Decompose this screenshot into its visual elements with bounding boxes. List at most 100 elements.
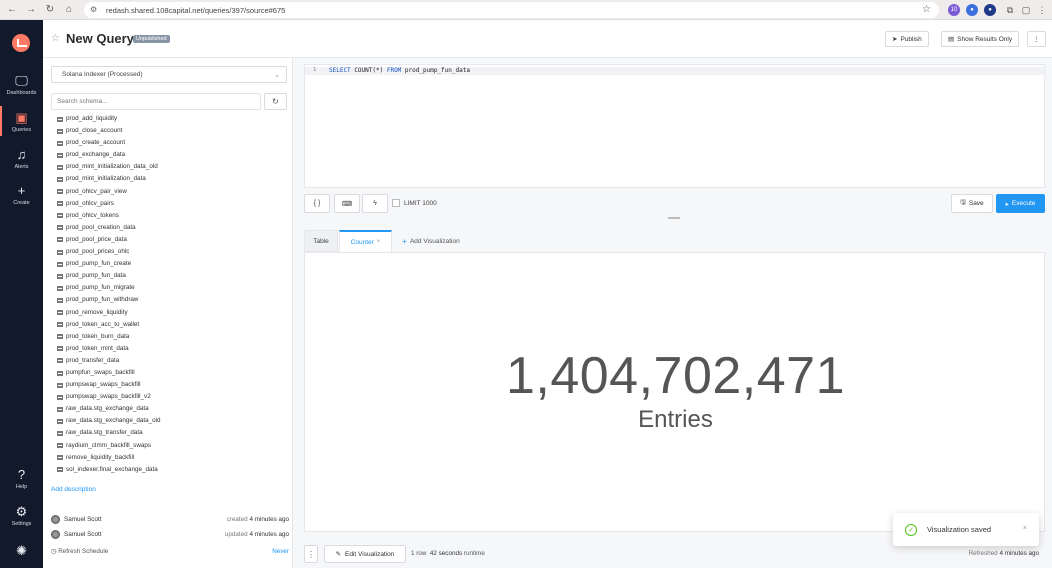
- schema-table-name: prod_remove_liquidity: [66, 308, 128, 316]
- format-query-button[interactable]: { }: [304, 194, 330, 213]
- nav-item-queries[interactable]: ▣ Queries: [0, 111, 43, 134]
- tab-table[interactable]: Table: [304, 230, 338, 252]
- limit-checkbox[interactable]: [392, 199, 400, 207]
- schema-table-item[interactable]: prod_pump_fun_migrate: [51, 282, 289, 294]
- schema-table-item[interactable]: prod_token_acc_to_wallet: [51, 319, 289, 331]
- schema-table-item[interactable]: prod_pump_fun_data: [51, 270, 289, 282]
- table-icon: [57, 116, 63, 122]
- home-icon[interactable]: ⌂: [62, 3, 76, 17]
- updated-by-user: Samuel Scott: [64, 530, 102, 538]
- edit-visualization-button[interactable]: ✎ Edit Visualization: [324, 545, 406, 563]
- refresh-schedule-label: Refresh Schedule: [58, 548, 109, 555]
- schema-table-item[interactable]: remove_liquidity_backfill: [51, 452, 289, 464]
- more-actions-button[interactable]: ⋮: [1027, 31, 1046, 47]
- nav-label: Dashboards: [6, 90, 37, 96]
- show-results-only-button[interactable]: ▤ Show Results Only: [941, 31, 1020, 47]
- favorite-star-icon[interactable]: ☆: [51, 33, 60, 44]
- add-description-link[interactable]: Add description: [51, 486, 96, 493]
- tab-counter[interactable]: Counter ×: [339, 230, 392, 252]
- schema-table-name: prod_mint_initialization_data_old: [66, 163, 158, 171]
- profile-icon[interactable]: ▢: [1020, 4, 1032, 16]
- nav-item-help[interactable]: ? Help: [0, 467, 43, 491]
- schema-table-item[interactable]: prod_ohlcv_tokens: [51, 210, 289, 222]
- table-icon: [57, 418, 63, 424]
- schema-table-item[interactable]: pumpswap_swaps_backfill_v2: [51, 391, 289, 403]
- schema-table-item[interactable]: raw_data.stg_exchange_data_old: [51, 415, 289, 427]
- schema-table-name: prod_pump_fun_migrate: [66, 284, 135, 292]
- nav-item-settings[interactable]: ⚙ Settings: [0, 504, 43, 528]
- schema-table-item[interactable]: raw_data.stg_exchange_data: [51, 403, 289, 415]
- url-text: redash.shared.108capital.net/queries/397…: [106, 5, 286, 15]
- schema-table-item[interactable]: prod_mint_initialization_data: [51, 173, 289, 185]
- reload-icon[interactable]: ↻: [43, 3, 57, 17]
- publish-button[interactable]: ➤ Publish: [885, 31, 929, 47]
- toast-notification: ✓ Visualization saved ×: [893, 513, 1039, 546]
- redash-logo[interactable]: [12, 34, 30, 52]
- query-text[interactable]: SELECT COUNT(*) FROM prod_pump_fun_data: [329, 67, 470, 74]
- keyboard-shortcuts-button[interactable]: ⌨: [334, 194, 360, 213]
- site-info-icon[interactable]: ⚙: [90, 5, 100, 15]
- forward-icon[interactable]: →: [24, 3, 38, 17]
- nav-label: Alerts: [14, 164, 29, 170]
- save-label: Save: [968, 200, 984, 207]
- close-icon[interactable]: ×: [1023, 525, 1027, 532]
- schema-table-item[interactable]: prod_pool_creation_data: [51, 222, 289, 234]
- table-icon: [57, 273, 63, 279]
- schema-table-item[interactable]: prod_ohlcv_pair_view: [51, 186, 289, 198]
- editor-resize-handle[interactable]: [668, 217, 680, 219]
- more-options-button[interactable]: ⋮: [304, 545, 318, 563]
- extensions-puzzle-icon[interactable]: ⧉: [1004, 4, 1016, 16]
- schema-table-item[interactable]: prod_token_mint_data: [51, 343, 289, 355]
- page-title[interactable]: New Query: [66, 31, 134, 46]
- chevron-down-icon: ⌄: [274, 72, 280, 79]
- monitor-icon: 🖵: [15, 73, 28, 88]
- browser-menu-icon[interactable]: ⋮: [1036, 4, 1048, 16]
- schema-table-item[interactable]: raw_data.stg_transfer_data: [51, 427, 289, 439]
- bookmark-star-icon[interactable]: ☆: [922, 4, 931, 15]
- address-bar[interactable]: ⚙ redash.shared.108capital.net/queries/3…: [84, 2, 939, 18]
- back-icon[interactable]: ←: [5, 3, 19, 17]
- schema-table-item[interactable]: prod_close_account: [51, 125, 289, 137]
- nav-item-create[interactable]: + Create: [0, 184, 43, 207]
- schema-table-item[interactable]: prod_pool_price_data: [51, 234, 289, 246]
- extension-shield-icon[interactable]: ●: [984, 4, 996, 16]
- schema-table-name: prod_exchange_data: [66, 151, 126, 159]
- schema-table-item[interactable]: prod_remove_liquidity: [51, 307, 289, 319]
- schema-table-item[interactable]: prod_transfer_data: [51, 355, 289, 367]
- nav-item-alerts[interactable]: ♫ Alerts: [0, 148, 43, 171]
- nav-item-dashboards[interactable]: 🖵 Dashboards: [0, 73, 43, 97]
- schema-table-item[interactable]: prod_pump_fun_create: [51, 258, 289, 270]
- schema-table-item[interactable]: prod_create_account: [51, 137, 289, 149]
- user-avatar[interactable]: ✺: [0, 544, 43, 560]
- add-visualization-button[interactable]: + Add Visualization: [398, 230, 464, 252]
- schema-table-item[interactable]: prod_exchange_data: [51, 149, 289, 161]
- schema-table-name: remove_liquidity_backfill: [66, 453, 135, 461]
- sql-editor[interactable]: 1 SELECT COUNT(*) FROM prod_pump_fun_dat…: [304, 64, 1046, 188]
- extension-icon[interactable]: ●: [966, 4, 978, 16]
- schema-search-input[interactable]: [51, 93, 261, 110]
- created-time: created 4 minutes ago: [226, 515, 289, 523]
- close-icon[interactable]: ×: [377, 239, 381, 245]
- schema-table-item[interactable]: prod_pump_fun_withdraw: [51, 294, 289, 306]
- save-button[interactable]: 🖫 Save: [951, 194, 993, 213]
- autocomplete-toggle-button[interactable]: ϟ: [362, 194, 388, 213]
- datasource-name: Solana Indexer (Processed): [62, 71, 143, 78]
- schema-table-item[interactable]: sol_indexer.final_exchange_data: [51, 464, 289, 475]
- schema-table-item[interactable]: pumpfun_swaps_backfill: [51, 367, 289, 379]
- execute-button[interactable]: ▸ Execute: [996, 194, 1045, 213]
- datasource-select[interactable]: Solana Indexer (Processed) ⌄: [51, 66, 287, 83]
- help-icon: ?: [17, 467, 26, 482]
- schema-table-list[interactable]: prod_add_liquidity prod_close_account prod…: [51, 113, 289, 475]
- schema-table-item[interactable]: prod_mint_initialization_data_old: [51, 161, 289, 173]
- schema-table-item[interactable]: prod_add_liquidity: [51, 113, 289, 125]
- schema-table-item[interactable]: pumpswap_swaps_backfill: [51, 379, 289, 391]
- schema-table-item[interactable]: raydium_clmm_backfill_swaps: [51, 440, 289, 452]
- schema-table-item[interactable]: prod_token_burn_data: [51, 331, 289, 343]
- schema-table-item[interactable]: prod_ohlcv_pairs: [51, 198, 289, 210]
- table-icon: [57, 346, 63, 352]
- refresh-schedule-value[interactable]: Never: [272, 548, 289, 555]
- refresh-schema-button[interactable]: ↻: [264, 93, 287, 110]
- schema-table-item[interactable]: prod_pool_prices_ohlc: [51, 246, 289, 258]
- extension-badge-icon[interactable]: 10: [948, 4, 960, 16]
- gear-icon: ⚙: [15, 504, 28, 519]
